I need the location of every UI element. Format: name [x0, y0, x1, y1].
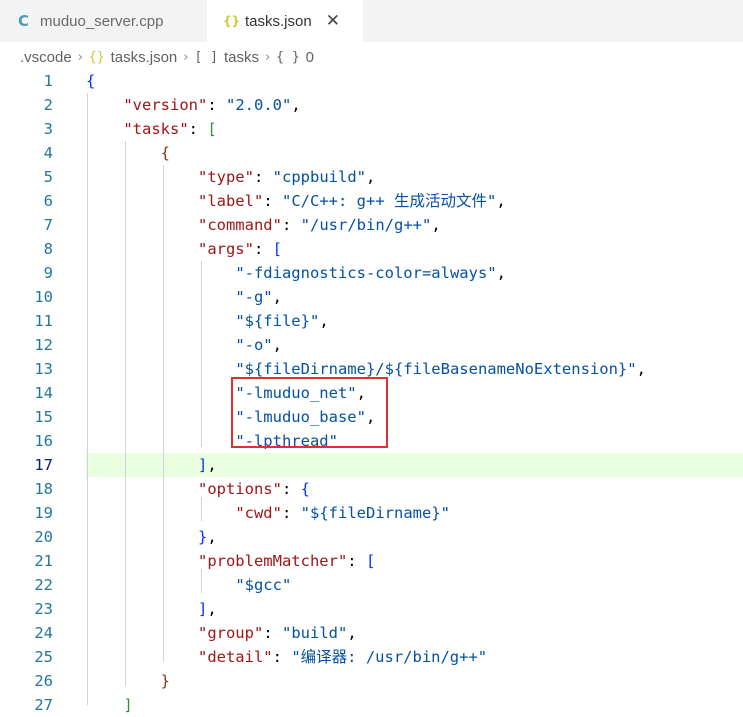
line-number: 24	[34, 624, 53, 642]
code-text: "problemMatcher": [	[197, 552, 376, 570]
chevron-right-icon: ›	[77, 49, 83, 65]
breadcrumb-item-0[interactable]: 0	[306, 49, 314, 66]
line-number: 1	[43, 72, 53, 90]
indent-guide	[201, 497, 202, 521]
code-text: "options": {	[197, 480, 311, 498]
code-text: "label": "C/C++: g++ 生成活动文件",	[197, 192, 506, 210]
breadcrumb-item-tasks-json[interactable]: tasks.json	[111, 49, 178, 66]
code-text: {	[160, 144, 170, 162]
code-text: "tasks": [	[123, 120, 217, 138]
cpp-file-icon: C	[18, 12, 30, 30]
line-number: 25	[34, 648, 53, 666]
code-line[interactable]: 20 },	[0, 525, 743, 549]
code-line[interactable]: 4 {	[0, 141, 743, 165]
line-number: 22	[34, 576, 53, 594]
code-line[interactable]: 18 "options": {	[0, 477, 743, 501]
code-line[interactable]: 22 "$gcc"	[0, 573, 743, 597]
breadcrumb-item-tasks[interactable]: tasks	[224, 49, 259, 66]
line-number: 17	[34, 456, 53, 474]
tab-bar: C muduo_server.cpp {} tasks.json ✕	[0, 0, 743, 42]
code-line[interactable]: 6 "label": "C/C++: g++ 生成活动文件",	[0, 189, 743, 213]
breadcrumb-item-vscode[interactable]: .vscode	[20, 49, 72, 66]
line-number: 12	[34, 336, 53, 354]
code-line[interactable]: 17 ],	[34, 453, 743, 477]
line-number: 2	[43, 96, 53, 114]
line-number: 15	[34, 408, 53, 426]
code-line[interactable]: 23 ],	[0, 597, 743, 621]
code-text: },	[197, 528, 217, 546]
code-text: {	[86, 72, 96, 90]
code-text: "group": "build",	[197, 624, 357, 642]
breadcrumb: .vscode › {} tasks.json › [ ] tasks › { …	[0, 44, 743, 70]
line-number: 6	[43, 192, 53, 210]
code-text: ],	[197, 456, 217, 474]
code-line[interactable]: 10 "-g",	[0, 285, 743, 309]
tab-label: tasks.json	[245, 12, 312, 30]
line-number: 3	[43, 120, 53, 138]
line-number: 27	[34, 696, 53, 714]
line-number: 11	[34, 312, 53, 330]
indent-guide	[201, 261, 202, 447]
code-line[interactable]: 5 "type": "cppbuild",	[0, 165, 743, 189]
code-text: "command": "/usr/bin/g++",	[197, 216, 441, 234]
line-number: 23	[34, 600, 53, 618]
code-text: "$gcc"	[235, 576, 292, 594]
code-line[interactable]: 11 "${file}",	[0, 309, 743, 333]
tab-muduo-server-cpp[interactable]: C muduo_server.cpp	[0, 0, 200, 42]
code-line[interactable]: 9 "-fdiagnostics-color=always",	[0, 261, 743, 285]
code-line[interactable]: 2 "version": "2.0.0",	[0, 93, 743, 117]
code-line[interactable]: 3 "tasks": [	[0, 117, 743, 141]
code-line[interactable]: 12 "-o",	[0, 333, 743, 357]
code-text: ],	[197, 600, 217, 618]
indent-guide	[125, 141, 126, 686]
code-line[interactable]: 26 }	[0, 669, 743, 693]
json-file-icon: {}	[223, 14, 241, 28]
line-number: 18	[34, 480, 53, 498]
code-line[interactable]: 19 "cwd": "${fileDirname}"	[0, 501, 743, 525]
code-line[interactable]: 25 "detail": "编译器: /usr/bin/g++"	[0, 645, 743, 669]
code-text: "type": "cppbuild",	[197, 168, 376, 186]
code-text: "-fdiagnostics-color=always",	[235, 264, 506, 282]
code-text: "-o",	[235, 336, 282, 354]
code-text: ]	[123, 696, 133, 714]
line-number: 19	[34, 504, 53, 522]
code-line[interactable]: 8 "args": [	[0, 237, 743, 261]
line-number: 7	[43, 216, 53, 234]
code-line[interactable]: 24 "group": "build",	[0, 621, 743, 645]
tab-tasks-json[interactable]: {} tasks.json ✕	[207, 0, 363, 42]
code-text: }	[160, 672, 170, 690]
code-line[interactable]: 7 "command": "/usr/bin/g++",	[0, 213, 743, 237]
code-text: "cwd": "${fileDirname}"	[235, 504, 450, 522]
line-number: 14	[34, 384, 53, 402]
tab-label: muduo_server.cpp	[40, 12, 164, 30]
line-number: 26	[34, 672, 53, 690]
line-number: 4	[43, 144, 53, 162]
code-text: "${file}",	[235, 312, 329, 330]
json-file-icon: {}	[88, 49, 105, 65]
code-line[interactable]: 27 ]	[0, 693, 743, 717]
indent-guide	[163, 165, 164, 662]
code-text: "version": "2.0.0",	[123, 96, 301, 114]
code-text: "detail": "编译器: /usr/bin/g++"	[197, 648, 488, 666]
line-number: 5	[43, 168, 53, 186]
indent-guide	[87, 93, 88, 705]
chevron-right-icon: ›	[183, 49, 189, 65]
object-icon: { }	[276, 49, 300, 65]
line-number: 13	[34, 360, 53, 378]
code-line[interactable]: 1{	[0, 69, 743, 93]
code-text: "args": [	[197, 240, 283, 258]
code-line[interactable]: 21 "problemMatcher": [	[0, 549, 743, 573]
line-number: 10	[34, 288, 53, 306]
line-number: 9	[43, 264, 53, 282]
line-number: 16	[34, 432, 53, 450]
array-icon: [ ]	[194, 49, 218, 65]
close-icon[interactable]: ✕	[326, 11, 340, 31]
indent-guide	[201, 569, 202, 593]
code-text: "-g",	[235, 288, 282, 306]
line-number: 20	[34, 528, 53, 546]
highlight-box	[231, 377, 388, 448]
line-number: 8	[43, 240, 53, 258]
chevron-right-icon: ›	[264, 49, 271, 65]
line-number: 21	[34, 552, 53, 570]
